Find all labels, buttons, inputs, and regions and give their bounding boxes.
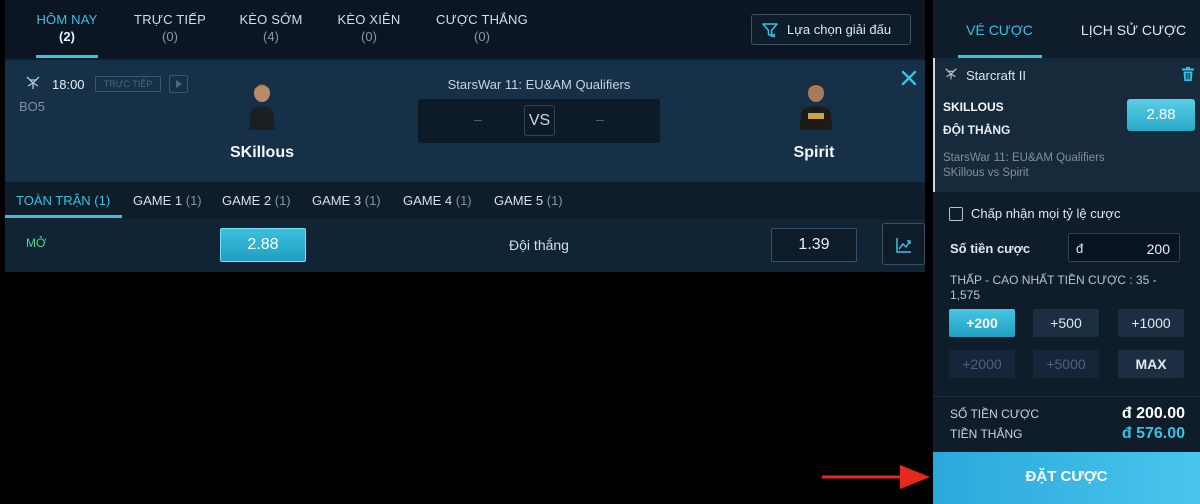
filter-icon bbox=[762, 22, 778, 37]
match-time: 18:00 bbox=[52, 77, 85, 92]
subtab-game-1[interactable]: GAME 1 (1) bbox=[133, 193, 202, 208]
chip-2000: +2000 bbox=[949, 350, 1015, 378]
stake-label: Số tiền cược bbox=[950, 241, 1031, 256]
team-away-avatar bbox=[799, 83, 833, 130]
stake-input[interactable]: đ 200 bbox=[1068, 233, 1180, 262]
subtab-game-4[interactable]: GAME 4 (1) bbox=[403, 193, 472, 208]
tab-count: (0) bbox=[474, 29, 490, 44]
tab-label: HÔM NAY bbox=[36, 12, 98, 27]
tab-parlay[interactable]: KÈO XIÊN (0) bbox=[326, 12, 412, 58]
tournament-filter-button[interactable]: Lựa chọn giải đấu bbox=[751, 14, 911, 45]
slip-tournament: StarsWar 11: EU&AM Qualifiers bbox=[943, 152, 1105, 164]
bet-summary: SỐ TIỀN CƯỢC đ 200.00 TIỀN THẮNG đ 576.0… bbox=[933, 396, 1200, 452]
subtab-label: TOÀN TRẬN bbox=[16, 193, 91, 208]
subtab-label: GAME 5 bbox=[494, 193, 544, 208]
tab-bet-history[interactable]: LỊCH SỬ CƯỢC bbox=[1067, 22, 1200, 38]
bet-slip-item: Starcraft II SKILLOUS ĐỘI THẮNG 2.88 Sta… bbox=[933, 58, 1200, 192]
subtab-label: GAME 4 bbox=[403, 193, 453, 208]
currency-symbol: đ bbox=[1076, 241, 1084, 256]
bet-slip-panel: VÉ CƯỢC LỊCH SỬ CƯỢC Starcraft II SKILLO… bbox=[933, 0, 1200, 504]
chip-1000[interactable]: +1000 bbox=[1118, 309, 1184, 337]
subtab-game-2[interactable]: GAME 2 (1) bbox=[222, 193, 291, 208]
vs-label: VS bbox=[524, 105, 555, 136]
tab-label: KÈO XIÊN bbox=[337, 12, 401, 27]
tab-early[interactable]: KÈO SỚM (4) bbox=[228, 12, 314, 58]
subtab-count: (1) bbox=[94, 193, 111, 208]
subtab-full-match[interactable]: TOÀN TRẬN (1) bbox=[16, 193, 110, 208]
market-row: MỞ 2.88 Đội thắng 1.39 bbox=[5, 219, 925, 272]
live-badge: TRỰC TIẾP bbox=[95, 76, 161, 92]
total-stake-label: SỐ TIỀN CƯỢC bbox=[950, 407, 1039, 421]
slip-matchup: SKillous vs Spirit bbox=[943, 167, 1029, 179]
chip-200[interactable]: +200 bbox=[949, 309, 1015, 337]
close-icon[interactable] bbox=[900, 69, 918, 87]
subtab-label: GAME 2 bbox=[222, 193, 272, 208]
tab-count: (0) bbox=[361, 29, 377, 44]
subtab-count: (1) bbox=[364, 193, 381, 208]
chart-icon bbox=[896, 238, 911, 253]
tab-label: CƯỢC THẮNG bbox=[436, 12, 528, 27]
starcraft-icon bbox=[26, 76, 40, 89]
score-away: – bbox=[596, 111, 604, 127]
chip-500[interactable]: +500 bbox=[1033, 309, 1099, 337]
subtab-count: (1) bbox=[185, 193, 202, 208]
subtab-game-3[interactable]: GAME 3 (1) bbox=[312, 193, 381, 208]
tournament-name: StarsWar 11: EU&AM Qualifiers bbox=[447, 77, 631, 92]
team-away-name: Spirit bbox=[793, 144, 835, 161]
tab-bet-slip[interactable]: VÉ CƯỢC bbox=[933, 22, 1066, 38]
match-card: 18:00 TRỰC TIẾP BO5 StarsWar 11: EU&AM Q… bbox=[5, 60, 925, 182]
arrow-annotation-icon bbox=[822, 465, 930, 489]
tab-outright[interactable]: CƯỢC THẮNG (0) bbox=[428, 12, 536, 58]
subtab-underline bbox=[5, 215, 122, 218]
accept-odds-label: Chấp nhận mọi tỷ lệ cược bbox=[971, 206, 1121, 221]
team-home-avatar bbox=[249, 84, 275, 130]
odd-away-button[interactable]: 1.39 bbox=[771, 228, 857, 262]
slip-market: ĐỘI THẮNG bbox=[943, 123, 1011, 137]
main-tabs: HÔM NAY (2) TRỰC TIẾP (0) KÈO SỚM (4) KÈ… bbox=[5, 0, 925, 58]
match-format: BO5 bbox=[19, 99, 46, 114]
tab-count: (2) bbox=[59, 29, 75, 44]
tab-count: (4) bbox=[263, 29, 279, 44]
chip-max[interactable]: MAX bbox=[1118, 350, 1184, 378]
checkbox-box[interactable] bbox=[949, 206, 963, 221]
tab-label: TRỰC TIẾP bbox=[134, 12, 206, 27]
slip-pick: SKILLOUS bbox=[943, 100, 1004, 114]
play-stream-icon[interactable] bbox=[169, 75, 188, 93]
match-list-panel: HÔM NAY (2) TRỰC TIẾP (0) KÈO SỚM (4) KÈ… bbox=[5, 0, 925, 272]
stats-button[interactable] bbox=[882, 223, 925, 265]
accept-odds-checkbox[interactable]: Chấp nhận mọi tỷ lệ cược bbox=[949, 206, 1120, 221]
payout-label: TIỀN THẮNG bbox=[950, 427, 1023, 441]
chip-5000: +5000 bbox=[1033, 350, 1099, 378]
score-box: – VS – bbox=[418, 99, 660, 143]
total-stake-value: đ 200.00 bbox=[1121, 405, 1185, 422]
subtab-count: (1) bbox=[455, 193, 472, 208]
trash-icon[interactable] bbox=[1182, 67, 1194, 81]
score-home: – bbox=[474, 111, 482, 127]
tab-today[interactable]: HÔM NAY (2) bbox=[19, 12, 115, 58]
team-home-name: SKillous bbox=[229, 144, 294, 161]
stake-limits: THẤP - CAO NHẤT TIỀN CƯỢC : 35 - 1,575 bbox=[950, 273, 1157, 302]
place-bet-button[interactable]: ĐẶT CƯỢC bbox=[933, 452, 1200, 504]
subtab-label: GAME 1 bbox=[133, 193, 183, 208]
odd-home-button[interactable]: 2.88 bbox=[220, 228, 306, 262]
subtab-game-5[interactable]: GAME 5 (1) bbox=[494, 193, 563, 208]
stake-value: 200 bbox=[1146, 241, 1170, 257]
tab-live[interactable]: TRỰC TIẾP (0) bbox=[123, 12, 217, 58]
starcraft-icon bbox=[945, 68, 957, 80]
tab-label: KÈO SỚM bbox=[239, 12, 303, 27]
market-name: Đội thắng bbox=[509, 237, 569, 253]
market-tabs: TOÀN TRẬN (1) GAME 1 (1) GAME 2 (1) GAME… bbox=[5, 183, 925, 218]
payout-value: đ 576.00 bbox=[1121, 425, 1185, 442]
subtab-count: (1) bbox=[274, 193, 291, 208]
slip-game-name: Starcraft II bbox=[966, 68, 1026, 83]
tab-count: (0) bbox=[162, 29, 178, 44]
slip-odd: 2.88 bbox=[1127, 99, 1195, 131]
subtab-label: GAME 3 bbox=[312, 193, 362, 208]
filter-label: Lựa chọn giải đấu bbox=[787, 22, 892, 37]
market-status: MỞ bbox=[26, 236, 47, 250]
subtab-count: (1) bbox=[546, 193, 563, 208]
